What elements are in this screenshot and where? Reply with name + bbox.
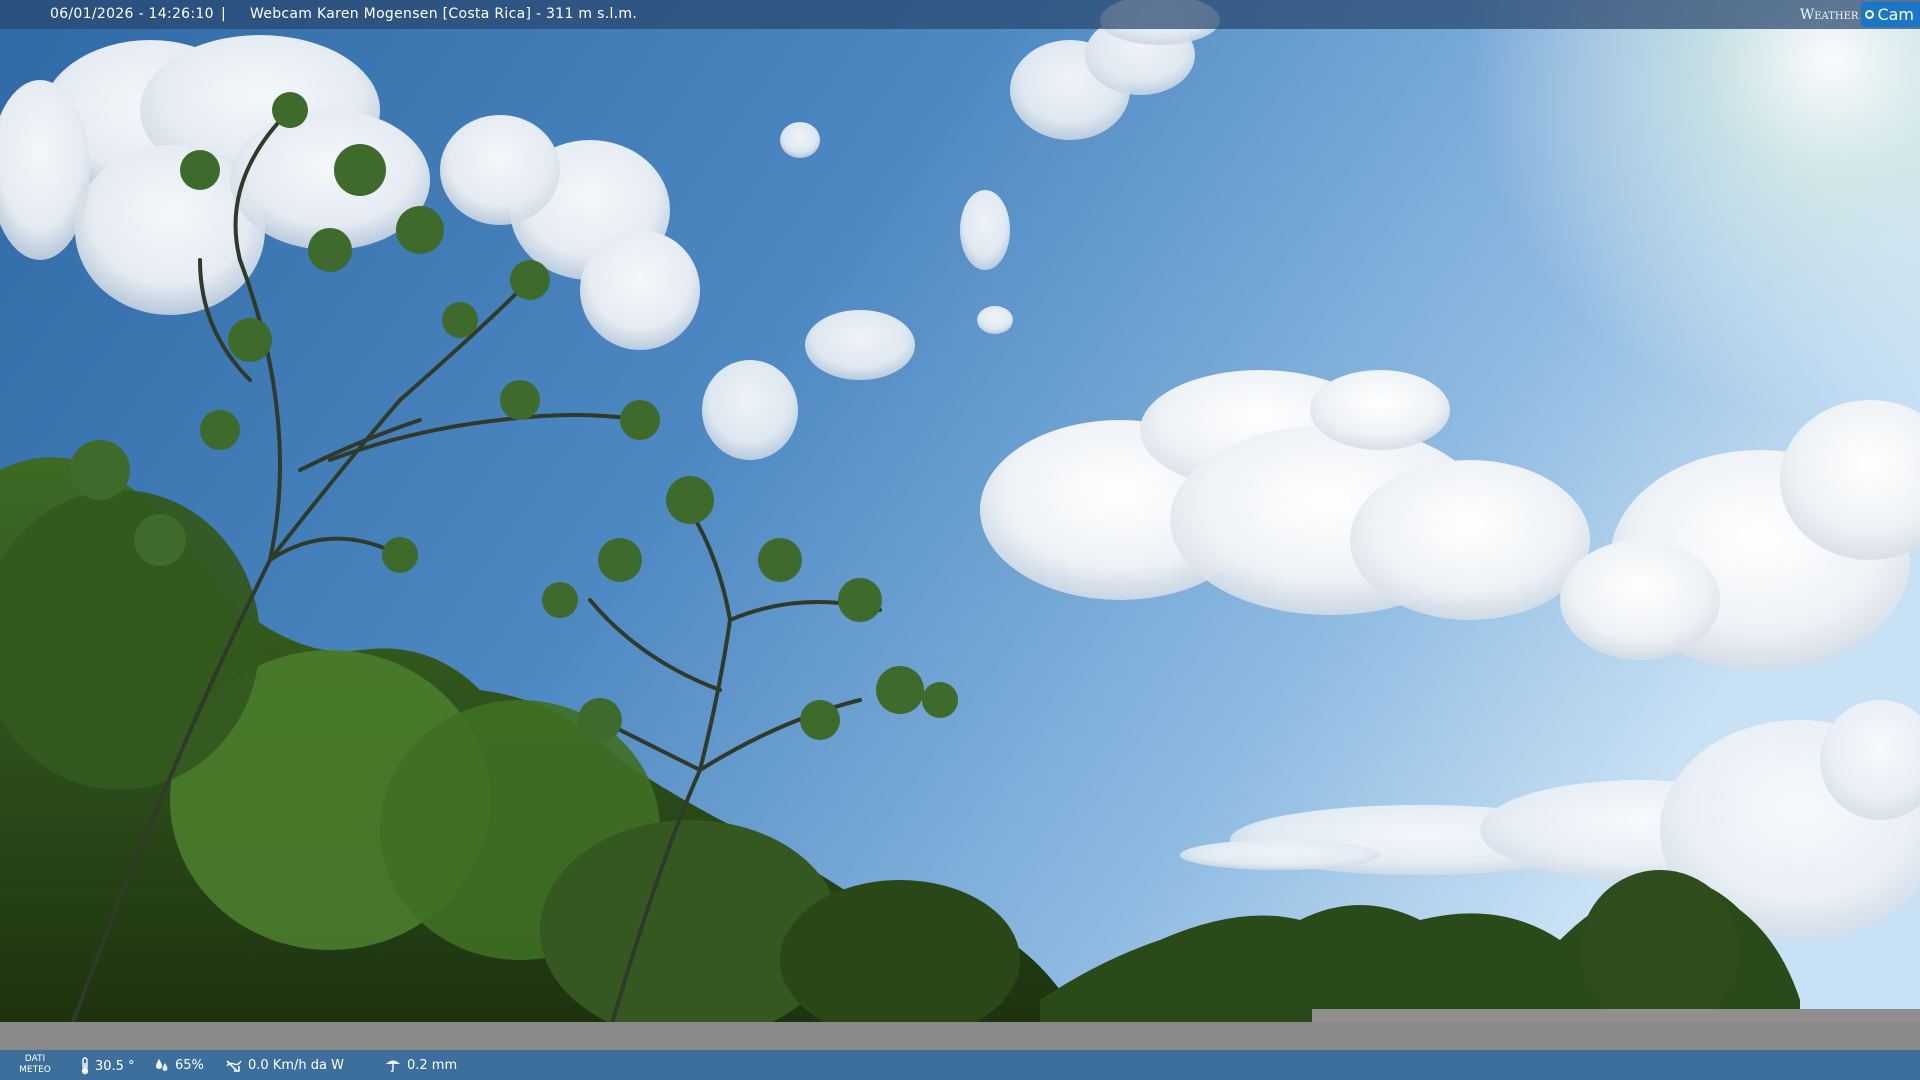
rain-icon	[386, 1060, 400, 1073]
rain-readout: 0.2 mm	[384, 1057, 457, 1073]
webcam-image	[0, 0, 1920, 1080]
wind-readout: 0.0 Km/h da W	[225, 1057, 344, 1073]
dati-meteo-button[interactable]: DATI METEO	[18, 1054, 52, 1076]
brand-cam-text: Cam	[1877, 5, 1914, 24]
timestamp: 06/01/2026 - 14:26:10	[50, 6, 214, 22]
webcam-title: Webcam Karen Mogensen [Costa Rica] - 311…	[250, 6, 638, 22]
bottom-gray-strip	[0, 1009, 1920, 1050]
humidity-icon	[156, 1059, 168, 1071]
rain-value: 0.2 mm	[407, 1057, 458, 1073]
humidity-value: 65%	[175, 1057, 204, 1073]
thermometer-icon	[81, 1057, 89, 1075]
dati-line2: METEO	[19, 1065, 51, 1075]
brand-cam-badge: Cam	[1861, 2, 1920, 27]
header-separator: |	[221, 6, 226, 22]
humidity-readout: 65%	[154, 1057, 204, 1073]
webcam-header-bar: 06/01/2026 - 14:26:10 | Webcam Karen Mog…	[0, 0, 1920, 29]
wind-value: 0.0 Km/h da W	[248, 1057, 344, 1073]
brand-dot-icon	[1865, 10, 1875, 19]
dati-line1: DATI	[24, 1054, 46, 1064]
gray-strip-tab	[1312, 1009, 1920, 1022]
temperature-readout: 30.5 °	[80, 1057, 135, 1075]
wind-icon	[226, 1060, 242, 1072]
temperature-value: 30.5 °	[95, 1058, 135, 1074]
weather-data-bar: DATI METEO 30.5 ° 65% 0.0 Km/h da W 0.2 …	[0, 1050, 1920, 1080]
webcam-frame: 06/01/2026 - 14:26:10 | Webcam Karen Mog…	[0, 0, 1920, 1080]
brand-weather-text: Weather	[1799, 6, 1859, 23]
weathercam-logo[interactable]: Weather Cam	[1800, 0, 1920, 29]
